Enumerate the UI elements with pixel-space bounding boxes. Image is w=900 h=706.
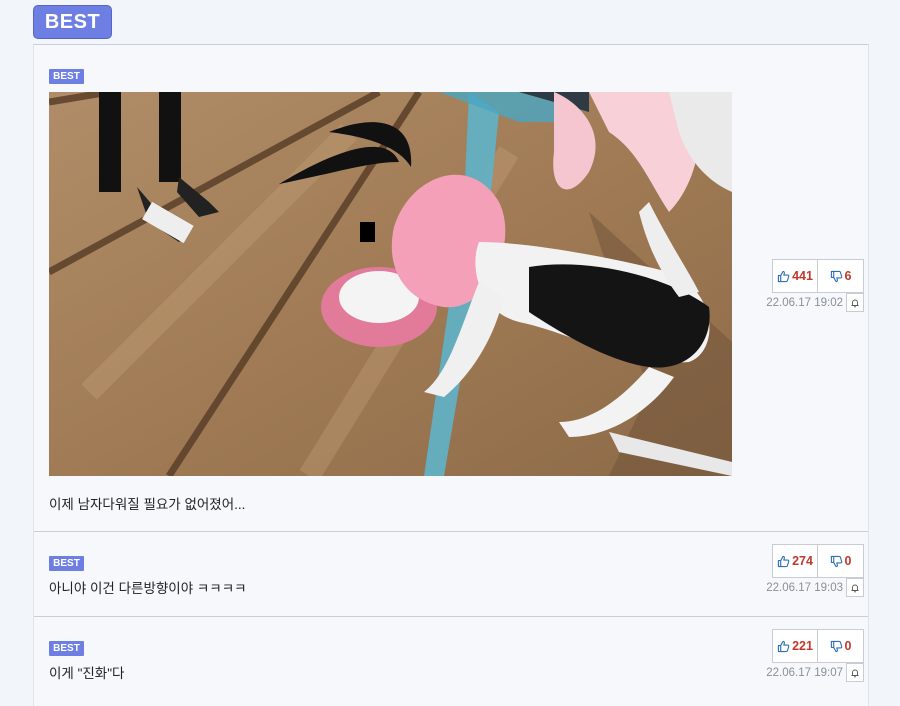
vote-buttons: 274 0 [772,544,864,578]
thumbs-up-icon [777,640,790,652]
dislike-count: 6 [844,269,852,283]
report-button[interactable] [846,578,864,597]
best-comment-list: BEST 441 6 22.06.17 19:02 이제 남자다워질 필요가 없… [33,44,869,706]
best-header-button[interactable]: BEST [33,5,112,39]
thumbs-down-icon [830,270,842,282]
post-image[interactable] [49,92,732,476]
list-item: BEST 이게 "진화"다 221 0 22.06.17 19:07 [34,616,868,706]
comment-text: 이게 "진화"다 [49,666,125,681]
best-badge: BEST [49,641,84,656]
bell-icon [851,584,859,592]
post-date: 22.06.17 19:02 [766,296,843,309]
comment-text: 아니야 이건 다른방향이야 ㅋㅋㅋㅋ [49,581,247,596]
thumbs-down-icon [830,640,842,652]
like-count: 441 [792,269,813,283]
thumbs-down-icon [830,555,842,567]
list-item: BEST 아니야 이건 다른방향이야 ㅋㅋㅋㅋ 274 0 22.06.17 1… [34,531,868,616]
thumbs-up-icon [777,270,790,282]
dislike-count: 0 [844,639,852,653]
post-date: 22.06.17 19:03 [766,581,843,594]
bell-icon [851,669,859,677]
bell-icon [851,299,859,307]
post-meta: 22.06.17 19:02 [766,293,864,312]
report-button[interactable] [846,663,864,682]
list-item: BEST 441 6 22.06.17 19:02 이제 남자다워질 필요가 없… [34,45,868,531]
like-count: 274 [792,554,813,568]
like-count: 221 [792,639,813,653]
vote-buttons: 221 0 [772,629,864,663]
dislike-button[interactable]: 0 [818,544,864,578]
dislike-button[interactable]: 0 [818,629,864,663]
dislike-count: 0 [844,554,852,568]
vote-buttons: 441 6 [772,259,864,293]
like-button[interactable]: 441 [772,259,818,293]
comment-text: 이제 남자다워질 필요가 없어졌어... [49,497,246,512]
report-button[interactable] [846,293,864,312]
thumbs-up-icon [777,555,790,567]
like-button[interactable]: 221 [772,629,818,663]
best-badge: BEST [49,556,84,571]
best-badge: BEST [49,69,84,84]
dislike-button[interactable]: 6 [818,259,864,293]
like-button[interactable]: 274 [772,544,818,578]
post-date: 22.06.17 19:07 [766,666,843,679]
post-meta: 22.06.17 19:07 [766,663,864,682]
post-meta: 22.06.17 19:03 [766,578,864,597]
vr-scene-image [49,92,732,476]
